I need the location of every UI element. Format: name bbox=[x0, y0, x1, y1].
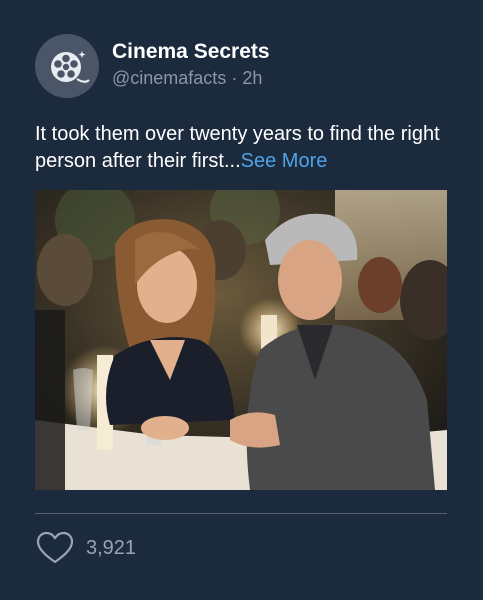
author-name[interactable]: Cinema Secrets bbox=[112, 40, 270, 64]
author-avatar[interactable] bbox=[35, 34, 99, 98]
film-reel-icon bbox=[51, 51, 90, 83]
see-more-link[interactable]: See More bbox=[241, 150, 328, 172]
post-image[interactable] bbox=[35, 190, 447, 490]
heart-outline-icon bbox=[36, 531, 74, 564]
photo-of-couple-dining-by-candlelight bbox=[35, 190, 447, 490]
post-meta: @cinemafacts · 2h bbox=[112, 68, 262, 89]
like-button[interactable] bbox=[35, 530, 75, 566]
post-text-content: It took them over twenty years to find t… bbox=[35, 123, 440, 172]
meta-separator: · bbox=[231, 68, 238, 88]
post-divider bbox=[35, 513, 447, 514]
post-text: It took them over twenty years to find t… bbox=[35, 121, 455, 175]
like-count: 3,921 bbox=[86, 537, 137, 559]
post-timestamp: 2h bbox=[242, 68, 263, 88]
social-post-card: Cinema Secrets @cinemafacts · 2h It took… bbox=[0, 0, 483, 600]
author-handle[interactable]: @cinemafacts bbox=[112, 68, 226, 88]
